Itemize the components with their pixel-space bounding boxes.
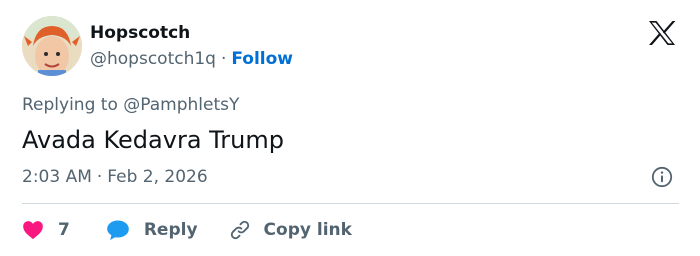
handle-row: @hopscotch1q · Follow	[90, 49, 293, 69]
replying-to: Replying to @PamphletsY	[22, 94, 239, 116]
info-icon[interactable]	[651, 166, 673, 188]
reply-button[interactable]: Reply	[106, 219, 228, 241]
follow-button[interactable]: Follow	[231, 49, 293, 69]
like-count: 7	[58, 220, 70, 240]
reply-label: Reply	[143, 220, 198, 240]
speech-bubble-icon	[107, 220, 129, 240]
link-icon	[230, 220, 249, 240]
replying-mention[interactable]: @PamphletsY	[123, 95, 239, 115]
divider	[22, 203, 679, 204]
copy-link-label: Copy link	[263, 220, 352, 240]
avatar-image	[22, 16, 82, 76]
tweet-text: Avada Kedavra Trump	[22, 126, 284, 154]
heart-icon	[23, 221, 43, 240]
copy-link-button[interactable]: Copy link	[228, 219, 352, 241]
tweet-card: Hopscotch @hopscotch1q · Follow Replying t…	[0, 0, 700, 256]
display-name[interactable]: Hopscotch	[90, 23, 190, 43]
replying-prefix: Replying to	[22, 95, 118, 115]
x-logo-icon[interactable]	[648, 20, 676, 46]
separator-dot: ·	[220, 49, 227, 69]
tweet-time: 2:03 AM	[22, 167, 92, 187]
avatar[interactable]	[22, 16, 82, 76]
separator-dot: ·	[96, 167, 103, 187]
like-button[interactable]: 7	[22, 220, 106, 240]
tweet-date: Feb 2, 2026	[107, 167, 208, 187]
user-handle[interactable]: @hopscotch1q	[90, 49, 216, 69]
tweet-timestamp[interactable]: 2:03 AM · Feb 2, 2026	[22, 166, 208, 188]
action-bar: 7 Reply Copy link	[22, 216, 352, 244]
